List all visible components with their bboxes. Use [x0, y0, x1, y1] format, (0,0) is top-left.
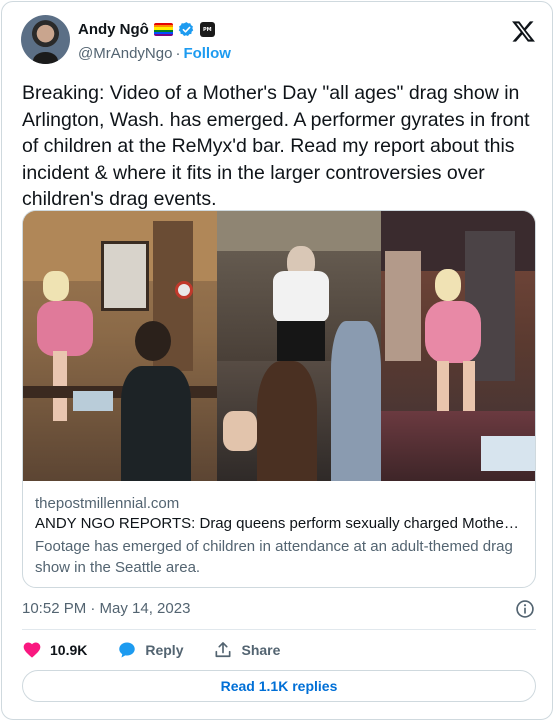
rainbow-flag-icon [153, 23, 173, 36]
tweet-card: Andy Ngô PM @MrAndyNgo · Follow Breaking: … [1, 1, 553, 720]
author-display-name[interactable]: Andy Ngô [78, 21, 149, 38]
link-description: Footage has emerged of children in atten… [35, 538, 513, 576]
video-still-right [381, 211, 535, 481]
reply-label: Reply [145, 642, 184, 658]
reply-button[interactable]: Reply [117, 640, 183, 660]
author-handle[interactable]: @MrAndyNgo [78, 45, 172, 62]
tweet-timestamp[interactable]: 10:52 PM · May 14, 2023 [22, 600, 190, 617]
author-name-row: Andy Ngô PM [78, 21, 215, 38]
speech-bubble-icon [119, 642, 136, 658]
video-still-center [217, 211, 381, 481]
link-preview-card[interactable]: thepostmillennial.com ANDY NGO REPORTS: … [22, 210, 536, 588]
link-meta: thepostmillennial.com ANDY NGO REPORTS: … [35, 494, 525, 578]
link-preview-image[interactable] [23, 211, 535, 481]
share-button[interactable]: Share [213, 640, 280, 660]
like-count: 10.9K [50, 642, 88, 658]
affiliate-badge-icon[interactable]: PM [199, 22, 215, 37]
tweet-text: Breaking: Video of a Mother's Day "all a… [22, 82, 530, 210]
divider [22, 629, 536, 630]
separator: · [175, 45, 181, 62]
info-icon[interactable] [515, 599, 535, 619]
avatar[interactable] [21, 15, 70, 64]
verified-badge-icon[interactable] [178, 21, 195, 38]
action-bar: 10.9K Reply Share [22, 640, 310, 660]
share-label: Share [241, 642, 281, 658]
read-replies-button[interactable]: Read 1.1K replies [22, 670, 536, 702]
x-logo-icon[interactable] [511, 19, 536, 44]
follow-button[interactable]: Follow [183, 45, 231, 62]
video-still-left [23, 211, 217, 481]
heart-icon [23, 642, 41, 658]
share-upload-icon [215, 642, 231, 658]
author-handle-row: @MrAndyNgo · Follow [78, 45, 231, 62]
like-button[interactable]: 10.9K [22, 640, 87, 660]
link-title[interactable]: ANDY NGO REPORTS: Drag queens perform se… [35, 514, 521, 534]
link-domain: thepostmillennial.com [35, 495, 180, 512]
